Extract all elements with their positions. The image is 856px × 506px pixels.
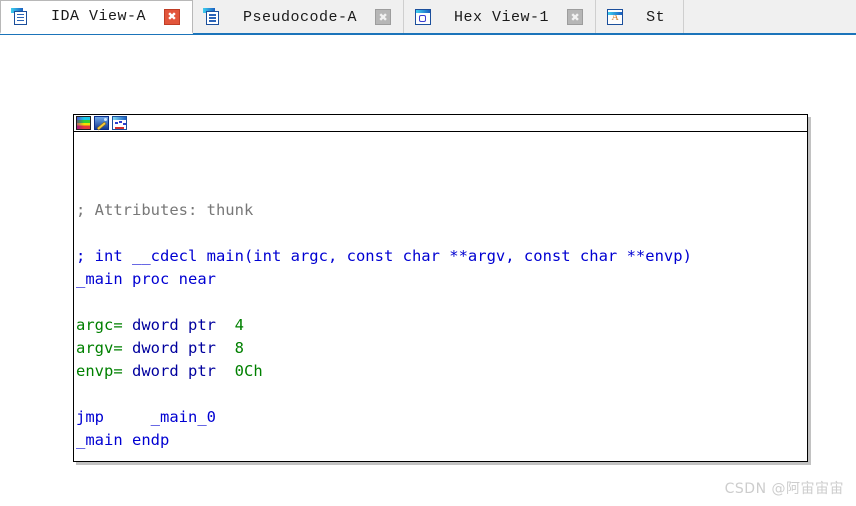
code-token: 8 (234, 339, 244, 357)
tab-close-icon[interactable]: ✖ (375, 9, 392, 25)
disassembly-panel: ; Attributes: thunk ; int __cdecl main(i… (73, 114, 808, 462)
code-line[interactable]: _main proc near (76, 268, 807, 291)
code-token: argc= (76, 316, 123, 334)
code-line[interactable]: ; int __cdecl main(int argc, const char … (76, 245, 807, 268)
tab-ida-view-a[interactable]: IDA View-A ✖ (0, 0, 194, 34)
code-line[interactable] (76, 291, 807, 314)
code-line[interactable]: jmp _main_0 (76, 406, 807, 429)
document-icon (203, 8, 221, 26)
panel-toolbar (74, 115, 807, 132)
tab-label: IDA View-A (51, 8, 147, 25)
disassembly-code[interactable]: ; Attributes: thunk ; int __cdecl main(i… (74, 132, 807, 452)
tab-close-icon[interactable]: ✖ (567, 9, 584, 25)
structures-icon: A (606, 8, 624, 26)
tab-hex-view-1[interactable]: Hex View-1 ✖ (404, 0, 597, 34)
code-line[interactable]: argc= dword ptr 4 (76, 314, 807, 337)
code-token: envp= (76, 362, 123, 380)
code-token: dword ptr (122, 316, 235, 334)
code-line[interactable]: ; Attributes: thunk (76, 199, 807, 222)
tab-label: St (646, 8, 666, 26)
code-line[interactable]: _main endp (76, 429, 807, 452)
hex-icon (414, 8, 432, 26)
code-token: argv= (76, 339, 123, 357)
code-line[interactable]: argv= dword ptr 8 (76, 337, 807, 360)
tab-label: Hex View-1 (454, 8, 550, 26)
watermark: CSDN @阿宙宙宙 (724, 481, 844, 497)
palette-icon[interactable] (76, 116, 91, 130)
tab-close-icon[interactable]: ✖ (164, 8, 181, 25)
code-token: 0Ch (234, 362, 263, 380)
code-token: jmp _main_0 (76, 408, 216, 426)
code-token: dword ptr (122, 339, 235, 357)
code-token: ; Attributes: thunk (76, 201, 254, 219)
code-token: ; int __cdecl main(int argc, const char … (76, 247, 692, 265)
code-line[interactable] (76, 383, 807, 406)
code-line[interactable]: envp= dword ptr 0Ch (76, 360, 807, 383)
document-icon (11, 7, 29, 26)
code-token: dword ptr (122, 362, 235, 380)
code-token: 4 (234, 316, 244, 334)
graph-icon[interactable] (112, 116, 127, 130)
tab-pseudocode-a[interactable]: Pseudocode-A ✖ (193, 0, 405, 34)
tab-bar: IDA View-A ✖ Pseudocode-A ✖ Hex View-1 ✖… (0, 0, 856, 35)
code-line[interactable] (76, 176, 807, 199)
code-line[interactable] (76, 222, 807, 245)
code-token: _main proc near (76, 270, 216, 288)
code-token: _main endp (76, 431, 170, 449)
tab-structures[interactable]: A St (596, 0, 685, 34)
tab-label: Pseudocode-A (243, 8, 358, 26)
pencil-icon[interactable] (94, 116, 109, 130)
